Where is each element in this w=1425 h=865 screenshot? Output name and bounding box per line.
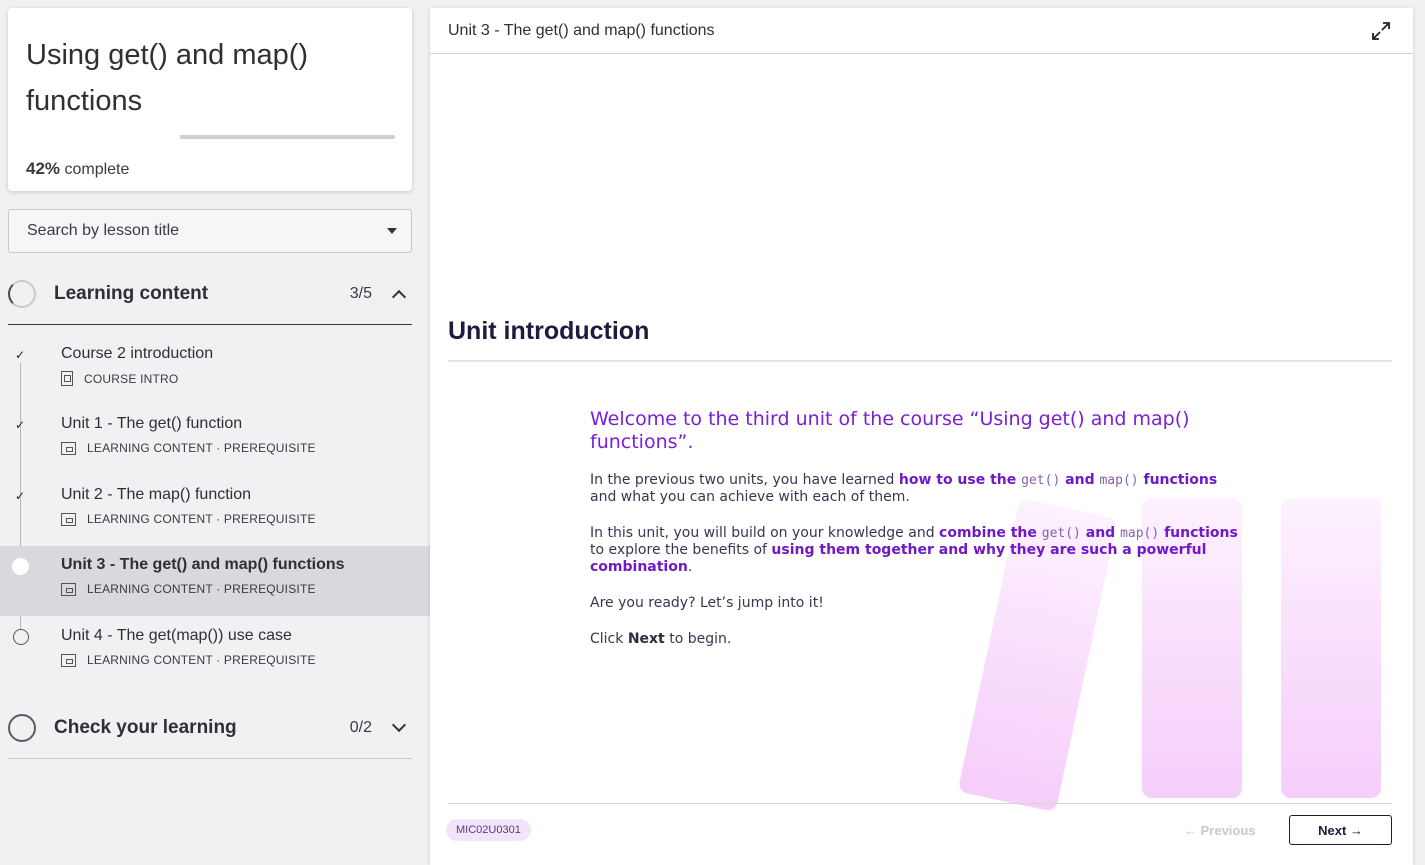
lesson-meta-text: LEARNING CONTENT · PREREQUISITE (87, 512, 316, 526)
lesson-meta-text: LEARNING CONTENT · PREREQUISITE (87, 582, 316, 596)
code-get: get() (1021, 473, 1061, 488)
section-learning-content[interactable]: Learning content 3/5 (8, 270, 412, 318)
lesson-item-course-intro[interactable]: ✓ Course 2 introduction COURSE INTRO (0, 335, 430, 405)
footer-rule (448, 803, 1392, 804)
chevron-down-icon (391, 717, 407, 733)
section-label: Learning content (54, 283, 209, 304)
lesson-title: Unit 1 - The get() function (61, 415, 243, 432)
highlight: and (1080, 525, 1121, 541)
course-title: Using get() and map() functions (26, 39, 309, 117)
highlight: functions (1159, 525, 1238, 541)
current-lesson-dot-icon (12, 558, 29, 575)
lesson-item-unit-4[interactable]: Unit 4 - The get(map()) use case LEARNIN… (0, 617, 430, 687)
content-icon (61, 441, 76, 455)
lesson-meta: LEARNING CONTENT · PREREQUISITE (61, 512, 316, 526)
check-icon: ✓ (14, 348, 26, 362)
check-icon: ✓ (14, 489, 26, 503)
check-icon: ✓ (14, 418, 26, 432)
progress-bar-fill (180, 135, 271, 139)
lesson-title: Course 2 introduction (61, 345, 214, 362)
lesson-title: Unit 3 - The get() and map() functions (61, 556, 345, 573)
document-icon (61, 371, 73, 386)
progress-value: 42% (26, 159, 61, 178)
lesson-meta: LEARNING CONTENT · PREREQUISITE (61, 653, 316, 667)
highlight: and (1060, 472, 1100, 488)
text: In this unit, you will build on your kno… (590, 525, 940, 541)
content-icon (61, 582, 76, 596)
sidebar: Using get() and map() functions 42% comp… (0, 0, 430, 865)
previous-button[interactable]: ← Previous (1184, 823, 1256, 838)
highlight: functions (1138, 472, 1218, 488)
section-empty-ring-icon (8, 714, 36, 742)
lesson-content-panel: Unit 3 - The get() and map() functions U… (430, 8, 1413, 865)
highlight: combine the (939, 525, 1042, 541)
section-check-your-learning[interactable]: Check your learning 0/2 (8, 704, 412, 752)
next-button[interactable]: Next → (1289, 815, 1392, 845)
paragraph-previous-units: In the previous two units, you have lear… (590, 472, 1240, 506)
section-divider (8, 758, 412, 759)
caret-down-icon (387, 228, 397, 234)
content-icon (61, 512, 76, 526)
expand-icon[interactable] (1371, 21, 1391, 41)
content-header: Unit 3 - The get() and map() functions (430, 8, 1413, 54)
section-label: Check your learning (54, 717, 237, 738)
code-map: map() (1099, 473, 1139, 488)
lesson-meta-text: LEARNING CONTENT · PREREQUISITE (87, 653, 316, 667)
lesson-title: Unit 4 - The get(map()) use case (61, 627, 292, 644)
content-header-title: Unit 3 - The get() and map() functions (448, 21, 715, 39)
text: . (687, 559, 693, 575)
lesson-meta: COURSE INTRO (61, 371, 178, 386)
lesson-meta: LEARNING CONTENT · PREREQUISITE (61, 582, 316, 596)
lesson-search-select[interactable]: Search by lesson title (8, 209, 412, 253)
lesson-item-unit-2[interactable]: ✓ Unit 2 - The map() function LEARNING C… (0, 476, 430, 546)
welcome-heading: Welcome to the third unit of the course … (590, 408, 1190, 453)
search-placeholder: Search by lesson title (27, 222, 180, 239)
empty-circle-icon (13, 629, 29, 645)
content-icon (61, 653, 76, 667)
chevron-up-icon (391, 289, 407, 305)
section-divider (8, 324, 412, 325)
code-map: map() (1120, 526, 1160, 541)
text: In the previous two units, you have lear… (590, 472, 899, 488)
section-count: 0/2 (349, 719, 372, 736)
lesson-item-unit-3[interactable]: Unit 3 - The get() and map() functions L… (0, 546, 430, 616)
code-get: get() (1041, 526, 1081, 541)
text: Click (590, 631, 628, 647)
highlight: how to use the (898, 472, 1022, 488)
progress-suffix: complete (60, 161, 130, 178)
unit-heading: Unit introduction (448, 317, 650, 345)
section-progress-ring-icon (8, 280, 36, 308)
progress-bar (180, 135, 395, 139)
lesson-meta: LEARNING CONTENT · PREREQUISITE (61, 441, 316, 455)
section-count: 3/5 (349, 285, 372, 302)
text: and what you can achieve with each of th… (590, 489, 910, 505)
heading-rule (448, 360, 1392, 362)
lesson-item-unit-1[interactable]: ✓ Unit 1 - The get() function LEARNING C… (0, 405, 430, 475)
paragraph-this-unit: In this unit, you will build on your kno… (590, 525, 1240, 576)
lesson-title: Unit 2 - The map() function (61, 486, 252, 503)
course-card: Using get() and map() functions 42% comp… (8, 8, 412, 191)
unit-code-badge: MIC02U0301 (446, 819, 531, 841)
text: to begin. (664, 631, 732, 647)
decorative-shape (1281, 498, 1381, 798)
strong-text: Next (627, 631, 665, 647)
paragraph-ready: Are you ready? Let’s jump into it! (590, 595, 824, 611)
unit-intro-content: Welcome to the third unit of the course … (590, 408, 1240, 667)
paragraph-click-next: Click Next to begin. (590, 631, 1240, 648)
text: to explore the benefits of (590, 542, 772, 558)
lesson-meta-text: COURSE INTRO (84, 371, 179, 386)
progress-text: 42% complete (26, 159, 129, 179)
lesson-meta-text: LEARNING CONTENT · PREREQUISITE (87, 441, 316, 455)
